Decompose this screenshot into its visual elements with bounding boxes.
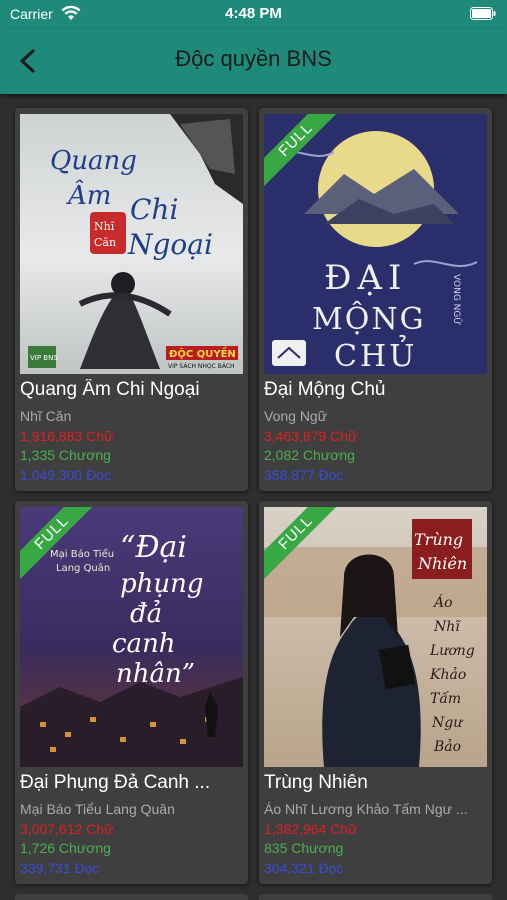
book-cover[interactable]: ĐẠI MỘNG CHỦ VONG NGỮ FULL: [264, 114, 487, 374]
book-cover[interactable]: Trùng Nhiên Áo Nhĩ Lương Khảo Tấm Ngư Bả…: [264, 507, 487, 767]
book-author: Nhĩ Căn: [20, 408, 72, 424]
svg-text:Âm: Âm: [66, 179, 111, 211]
full-badge: FULL: [264, 114, 344, 194]
status-bar: Carrier 4:48 PM: [0, 0, 507, 30]
svg-text:đả: đả: [130, 599, 162, 629]
cover-art-quang-am-chi-ngoai: Quang Âm Chi Ngoại Nhĩ Căn VIP BNS ĐỘC Q…: [20, 114, 243, 374]
page-title: Độc quyền BNS: [175, 46, 332, 71]
svg-text:Chi: Chi: [130, 193, 178, 226]
read-count: 339,731 Đọc: [20, 860, 100, 876]
read-count: 358,877 Đọc: [264, 467, 344, 483]
svg-text:Căn: Căn: [94, 236, 116, 249]
character-count: 1,916,883 Chữ: [20, 428, 114, 444]
book-grid[interactable]: Quang Âm Chi Ngoại Nhĩ Căn VIP BNS ĐỘC Q…: [0, 94, 507, 900]
book-cover[interactable]: Quang Âm Chi Ngoại Nhĩ Căn VIP BNS ĐỘC Q…: [20, 114, 243, 374]
svg-text:phụng: phụng: [120, 569, 204, 599]
book-card[interactable]: Mại Báo Tiểu Lang Quân “Đại phụng đả can…: [15, 501, 248, 884]
character-count: 3,463,879 Chữ: [264, 428, 358, 444]
book-author: Vong Ngữ: [264, 408, 328, 424]
book-card-partial[interactable]: [15, 894, 248, 900]
chapter-count: 1,335 Chương: [20, 447, 111, 463]
book-cover[interactable]: Mại Báo Tiểu Lang Quân “Đại phụng đả can…: [20, 507, 243, 767]
read-count: 304,321 Đọc: [264, 860, 344, 876]
svg-text:Áo: Áo: [432, 593, 453, 611]
chapter-count: 1,726 Chương: [20, 840, 111, 856]
svg-text:Nhĩ: Nhĩ: [433, 619, 461, 635]
character-count: 1,382,964 Chữ: [264, 821, 358, 837]
svg-text:Ngoại: Ngoại: [127, 228, 213, 261]
svg-text:Nhiên: Nhiên: [417, 554, 467, 573]
svg-text:Nhĩ: Nhĩ: [94, 220, 115, 233]
clock: 4:48 PM: [225, 5, 282, 22]
book-title[interactable]: Quang Âm Chi Ngoại: [20, 379, 243, 401]
svg-text:“Đại: “Đại: [120, 530, 187, 565]
svg-text:CHỦ: CHỦ: [334, 334, 417, 374]
read-count: 1,049,300 Đọc: [20, 467, 112, 483]
svg-text:ĐẠI: ĐẠI: [324, 258, 407, 298]
full-badge: FULL: [264, 507, 344, 587]
book-card[interactable]: Trùng Nhiên Áo Nhĩ Lương Khảo Tấm Ngư Bả…: [259, 501, 492, 884]
book-card-partial[interactable]: [259, 894, 492, 900]
svg-text:canh: canh: [112, 629, 176, 659]
book-title[interactable]: Đại Mộng Chủ: [264, 379, 487, 401]
svg-text:ĐỘC QUYỀN: ĐỘC QUYỀN: [169, 346, 236, 360]
navigation-bar: Độc quyền BNS: [0, 30, 507, 94]
svg-text:nhân”: nhân”: [116, 659, 195, 689]
svg-text:Tấm: Tấm: [430, 690, 461, 707]
book-author: Mại Báo Tiểu Lang Quân: [20, 801, 175, 817]
character-count: 3,007,612 Chữ: [20, 821, 114, 837]
battery-icon: [470, 7, 496, 20]
book-title[interactable]: Trùng Nhiên: [264, 772, 487, 794]
svg-text:Khảo: Khảo: [429, 666, 466, 683]
svg-text:MỘNG: MỘNG: [312, 301, 426, 337]
chapter-count: 2,082 Chương: [264, 447, 355, 463]
full-badge: FULL: [20, 507, 100, 587]
chapter-count: 835 Chương: [264, 840, 344, 856]
book-author: Áo Nhĩ Lương Khảo Tấm Ngư ...: [264, 801, 468, 817]
svg-text:VONG NGỮ: VONG NGỮ: [451, 274, 463, 325]
svg-text:VIP BNS: VIP BNS: [30, 354, 58, 362]
svg-text:Trùng: Trùng: [414, 530, 463, 549]
svg-text:Lương: Lương: [429, 643, 475, 659]
svg-text:Ngư: Ngư: [431, 715, 464, 731]
svg-text:Bảo: Bảo: [433, 738, 461, 755]
book-title[interactable]: Đại Phụng Đả Canh ...: [20, 772, 243, 794]
svg-text:Quang: Quang: [50, 146, 137, 176]
book-card[interactable]: ĐẠI MỘNG CHỦ VONG NGỮ FULL Đại Mộng Chủ …: [259, 108, 492, 491]
svg-text:VIP SÁCH NHỌC BÁCH: VIP SÁCH NHỌC BÁCH: [168, 363, 235, 370]
book-card[interactable]: Quang Âm Chi Ngoại Nhĩ Căn VIP BNS ĐỘC Q…: [15, 108, 248, 491]
